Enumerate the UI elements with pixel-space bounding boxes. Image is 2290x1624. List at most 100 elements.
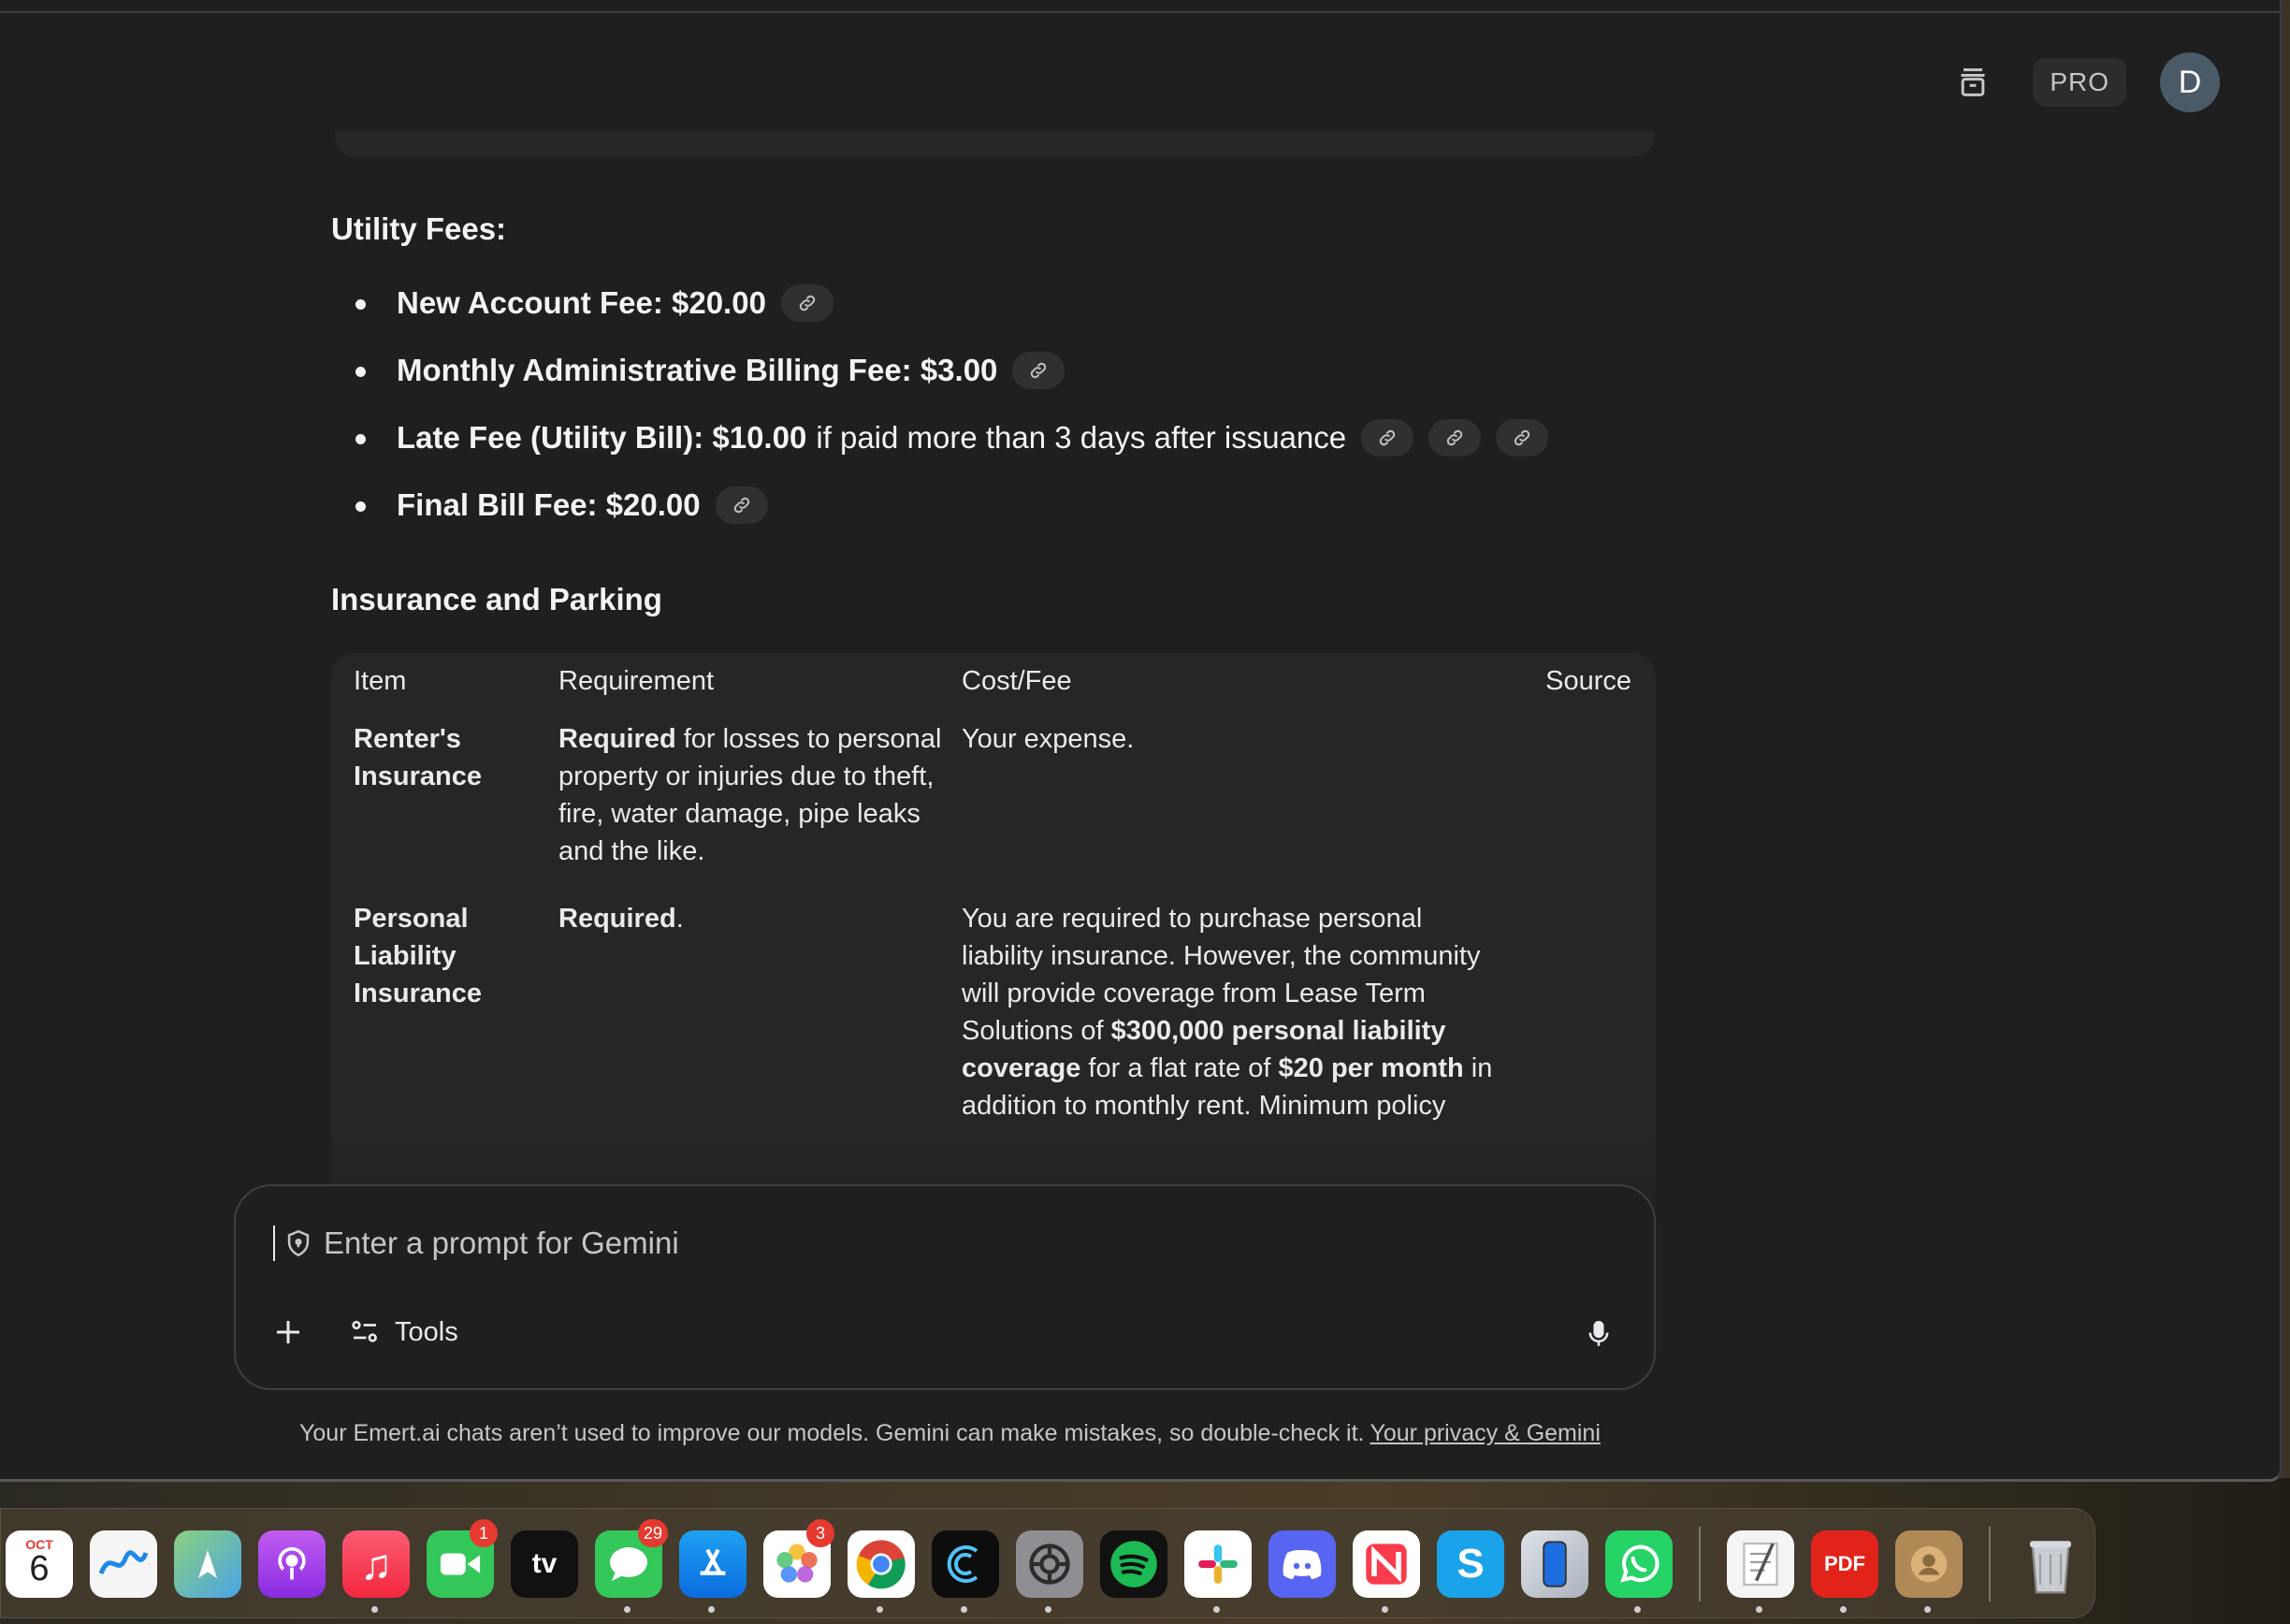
textedit-running-indicator <box>1756 1606 1762 1613</box>
photos-badge: 3 <box>806 1519 834 1547</box>
item-name: Renter's Insurance <box>354 724 482 791</box>
link-icon <box>733 497 749 514</box>
whatsapp-icon[interactable] <box>1605 1530 1673 1598</box>
facetime-badge: 1 <box>470 1519 498 1547</box>
link-icon <box>1514 429 1530 446</box>
fee-label: New Account Fee: $20.00 <box>397 285 766 320</box>
requirement-cell: Required for losses to personal property… <box>558 720 962 900</box>
shield-icon <box>287 1229 310 1257</box>
slack-icon[interactable] <box>1184 1530 1252 1598</box>
privacy-link[interactable]: Your privacy & Gemini <box>1370 1420 1600 1446</box>
whatsapp-running-indicator <box>1634 1606 1641 1613</box>
fee-label: Monthly Administrative Billing Fee: $3.0… <box>397 353 998 387</box>
source-link-chip[interactable] <box>715 486 768 524</box>
contacts-icon[interactable] <box>1895 1530 1963 1598</box>
cost-text: Your expense. <box>962 724 1135 754</box>
music-running-indicator <box>371 1606 378 1613</box>
table-row: Personal Liability Insurance Required. You… <box>331 900 1656 1154</box>
contacts-running-indicator <box>1924 1606 1931 1613</box>
link-icon <box>1379 429 1396 446</box>
gemini-app-window: PRO D Utility Fees: New Account Fee: $20… <box>0 0 2283 1482</box>
fee-list-item: Final Bill Fee: $20.00 <box>331 471 1548 539</box>
pdf-running-indicator <box>1840 1606 1847 1613</box>
music-icon[interactable]: ♫ <box>342 1530 410 1598</box>
skype-icon[interactable]: S <box>1437 1530 1504 1598</box>
news-running-indicator <box>1382 1606 1388 1613</box>
fee-list-item: Monthly Administrative Billing Fee: $3.0… <box>331 337 1548 404</box>
app-store-running-indicator <box>708 1606 715 1613</box>
bullet <box>355 367 366 377</box>
maps-icon[interactable] <box>174 1530 241 1598</box>
previous-table-edge <box>335 131 1654 157</box>
disclaimer: Your Emert.ai chats aren’t used to impro… <box>299 1420 1601 1447</box>
chrome-icon[interactable] <box>848 1530 915 1598</box>
iphone-mirroring-icon[interactable] <box>1521 1530 1588 1598</box>
apple-tv-icon[interactable]: tv <box>511 1530 578 1598</box>
link-icon <box>1031 362 1047 379</box>
textedit-icon[interactable] <box>1727 1530 1794 1598</box>
dock-separator-trash <box>1989 1527 1991 1602</box>
table-row: Renter's Insurance Required for losses to… <box>331 720 1656 900</box>
insurance-table: Item Requirement Cost/Fee Source Renter'… <box>331 653 1656 1233</box>
source-link-chip[interactable] <box>780 284 833 322</box>
dock-separator <box>1699 1527 1701 1602</box>
skype-label: S <box>1457 1541 1485 1587</box>
spotify-icon[interactable] <box>1100 1530 1167 1598</box>
tools-button[interactable]: Tools <box>348 1315 458 1349</box>
prompt-input[interactable]: Enter a prompt for Gemini <box>273 1225 679 1261</box>
insurance-parking-heading: Insurance and Parking <box>331 582 662 616</box>
column-header-item: Item <box>354 666 407 696</box>
source-cell <box>1504 900 1656 1154</box>
cost-text: for a flat rate of <box>1080 1053 1279 1083</box>
voice-app-icon[interactable] <box>932 1530 999 1598</box>
bullet <box>355 299 366 310</box>
avatar[interactable]: D <box>2160 52 2220 112</box>
bullet <box>355 501 366 512</box>
fee-label: Final Bill Fee: $20.00 <box>397 487 701 522</box>
music-note-glyph: ♫ <box>359 1540 393 1588</box>
requirement-bold: Required <box>558 724 676 754</box>
temporary-chat-button[interactable] <box>1947 56 1999 109</box>
slack-running-indicator <box>1213 1606 1220 1613</box>
cost-cell: You are required to purchase personal li… <box>962 900 1504 1154</box>
source-link-chip[interactable] <box>1496 419 1549 457</box>
source-link-chip[interactable] <box>1428 419 1482 457</box>
pdf-label: PDF <box>1824 1552 1865 1575</box>
prompt-box[interactable]: Enter a prompt for Gemini Tools <box>234 1184 1656 1390</box>
chrome-running-indicator <box>877 1606 883 1613</box>
link-icon <box>799 295 816 312</box>
pdf-app-icon[interactable]: PDF <box>1811 1530 1878 1598</box>
voice-app-running-indicator <box>961 1606 967 1613</box>
podcasts-icon[interactable] <box>258 1530 326 1598</box>
microphone-button[interactable] <box>1583 1317 1615 1356</box>
source-link-chip[interactable] <box>1361 419 1414 457</box>
column-header-source: Source <box>1545 666 1631 696</box>
item-name: Personal Liability Insurance <box>354 904 482 1008</box>
microphone-icon <box>1588 1320 1609 1346</box>
discord-icon[interactable] <box>1268 1530 1336 1598</box>
freeform-icon[interactable] <box>90 1530 157 1598</box>
app-store-icon[interactable] <box>679 1530 746 1598</box>
tools-label: Tools <box>395 1316 458 1347</box>
table-header-row: Item Requirement Cost/Fee Source <box>331 653 1656 720</box>
prompt-placeholder: Enter a prompt for Gemini <box>324 1225 679 1260</box>
text-cursor <box>273 1225 275 1261</box>
messages-running-indicator <box>624 1606 630 1613</box>
disclaimer-text: Your Emert.ai chats aren’t used to impro… <box>299 1420 1365 1446</box>
link-icon <box>1446 429 1463 446</box>
calendar-day: 6 <box>29 1549 50 1588</box>
source-cell <box>1504 720 1656 900</box>
requirement-text: . <box>675 904 684 934</box>
pro-badge[interactable]: PRO <box>2033 58 2126 107</box>
add-icon[interactable] <box>271 1315 305 1349</box>
system-settings-icon[interactable] <box>1016 1530 1083 1598</box>
calendar-icon[interactable]: OCT 6 <box>6 1530 73 1598</box>
trash-icon[interactable] <box>2017 1530 2084 1598</box>
source-link-chip[interactable] <box>1012 352 1065 389</box>
news-icon[interactable] <box>1353 1530 1420 1598</box>
column-header-requirement: Requirement <box>558 666 715 696</box>
cost-text: $20 per month <box>1278 1053 1464 1083</box>
fee-label: Late Fee (Utility Bill): $10.00 <box>397 420 807 455</box>
archive-icon <box>1961 68 1985 96</box>
utility-fees-heading: Utility Fees: <box>331 211 507 246</box>
